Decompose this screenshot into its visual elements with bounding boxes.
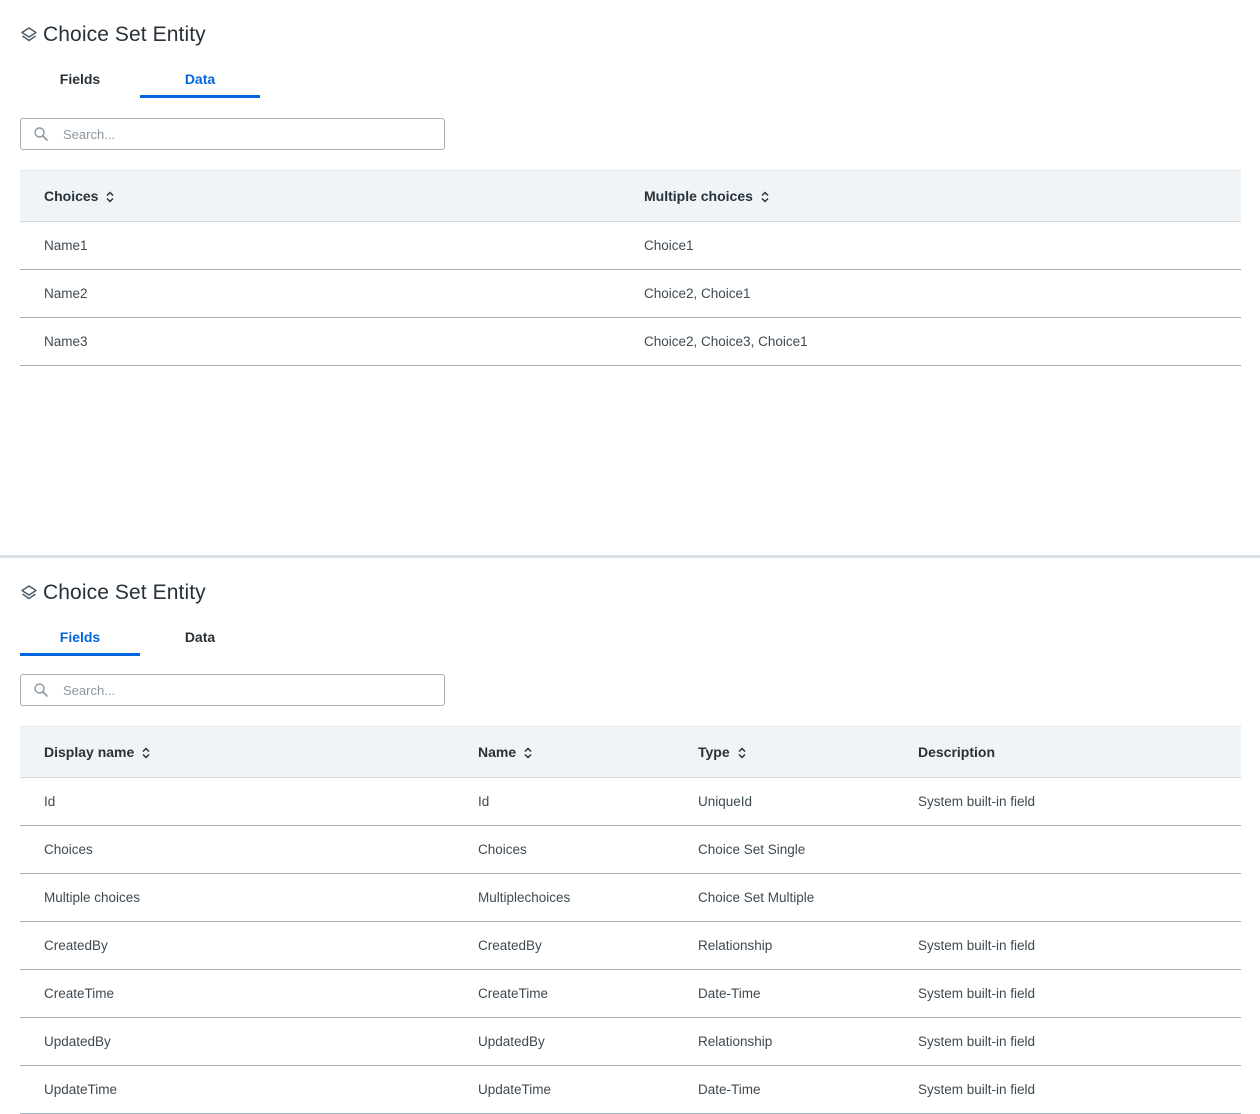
table-cell: UpdateTime [478,1082,552,1097]
table-cell: Id [478,794,490,809]
table-cell: Choice2, Choice3, Choice1 [644,334,808,349]
table-cell: Choice2, Choice1 [644,286,751,301]
table-header: Display name Name Type Description [20,726,1241,778]
sort-arrows-icon[interactable] [105,190,115,203]
sort-arrows-icon[interactable] [523,746,533,759]
table-row[interactable]: CreateTime CreateTime Date-Time System buil… [20,970,1241,1018]
table-cell: Choice1 [644,238,694,253]
sort-arrows-icon[interactable] [141,746,151,759]
entity-layers-icon [20,26,38,44]
sort-arrows-icon[interactable] [737,746,747,759]
table-cell: Relationship [698,1034,773,1049]
tab-bar: Fields Data [20,62,260,98]
table-header: Choices Multiple choices [20,170,1241,222]
table-row[interactable]: CreatedBy CreatedBy Relationship System bui… [20,922,1241,970]
tab-fields[interactable]: Fields [20,620,140,656]
entity-header: Choice Set Entity [20,580,206,606]
table-cell: Date-Time [698,986,761,1001]
table-cell: UpdateTime [44,1082,118,1097]
table-cell: Choices [44,842,93,857]
entity-header: Choice Set Entity [20,22,206,48]
table-cell: Name1 [44,238,88,253]
table-row[interactable]: Multiple choices Multiplechoices Choice Se… [20,874,1241,922]
table-cell: Choice Set Single [698,842,806,857]
column-header-display-name[interactable]: Display name [20,727,454,777]
table-cell: Name3 [44,334,88,349]
search-icon [33,682,49,698]
search-input[interactable] [63,126,423,142]
tab-fields[interactable]: Fields [20,62,140,98]
fields-table: Display name Name Type Description Id Id U… [20,726,1241,1114]
sort-arrows-icon[interactable] [760,190,770,203]
data-view-panel: Choice Set Entity Fields Data Choices Mu… [0,0,1260,555]
column-header-label: Name [478,744,517,760]
column-header-name[interactable]: Name [454,727,674,777]
table-cell: Choice Set Multiple [698,890,815,905]
table-row[interactable]: Choices Choices Choice Set Single [20,826,1241,874]
column-header-label: Multiple choices [644,188,753,204]
table-row[interactable]: UpdateTime UpdateTime Date-Time System buil… [20,1066,1241,1114]
table-cell: Multiple choices [44,890,141,905]
table-row[interactable]: UpdatedBy UpdatedBy Relationship System bui… [20,1018,1241,1066]
table-cell: System built-in field [918,1082,1036,1097]
table-cell: System built-in field [918,794,1036,809]
table-cell: UpdatedBy [44,1034,111,1049]
table-cell: Relationship [698,938,773,953]
table-cell: UniqueId [698,794,753,809]
column-header-label: Choices [44,188,99,204]
table-cell: System built-in field [918,1034,1036,1049]
search-box [20,118,445,150]
table-cell: UpdatedBy [478,1034,545,1049]
page-title: Choice Set Entity [43,23,206,46]
search-input[interactable] [63,682,423,698]
table-cell: Id [44,794,56,809]
column-header-label: Type [698,744,730,760]
column-header-label: Description [918,744,996,760]
column-header-multiple-choices[interactable]: Multiple choices [620,171,1241,221]
tab-bar: Fields Data [20,620,260,656]
table-cell: CreateTime [44,986,115,1001]
tab-data[interactable]: Data [140,62,260,98]
table-cell: Multiplechoices [478,890,571,905]
tab-data[interactable]: Data [140,620,260,656]
column-header-label: Display name [44,744,135,760]
search-box [20,674,445,706]
table-row[interactable]: Name3 Choice2, Choice3, Choice1 [20,318,1241,366]
table-row[interactable]: Name1 Choice1 [20,222,1241,270]
column-header-choices[interactable]: Choices [20,171,620,221]
table-cell: CreatedBy [478,938,542,953]
data-table: Choices Multiple choices Name1 Choice1 N… [20,170,1241,366]
column-header-type[interactable]: Type [674,727,894,777]
column-header-description: Description [894,727,1241,777]
table-cell: System built-in field [918,986,1036,1001]
fields-table-body: Id Id UniqueId System built-in field Choices… [20,778,1241,1114]
table-cell: Date-Time [698,1082,761,1097]
page-title: Choice Set Entity [43,581,206,604]
search-icon [33,126,49,142]
entity-layers-icon [20,584,38,602]
table-row[interactable]: Name2 Choice2, Choice1 [20,270,1241,318]
fields-view-panel: Choice Set Entity Fields Data Display na… [0,558,1260,1114]
table-cell: System built-in field [918,938,1036,953]
table-row[interactable]: Id Id UniqueId System built-in field [20,778,1241,826]
table-cell: Choices [478,842,527,857]
table-cell: CreatedBy [44,938,108,953]
table-cell: CreateTime [478,986,549,1001]
table-cell: Name2 [44,286,88,301]
